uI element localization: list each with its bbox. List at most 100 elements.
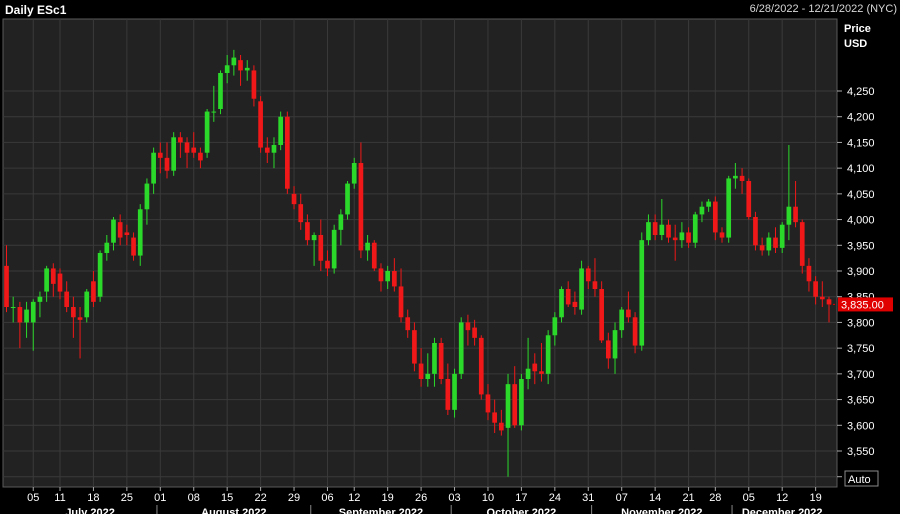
candle-body <box>612 330 618 359</box>
candle-body <box>592 281 598 289</box>
x-tick-label: 18 <box>87 492 99 504</box>
candle-up[interactable] <box>97 250 103 302</box>
candle-body <box>351 163 357 184</box>
candle-up[interactable] <box>639 232 645 351</box>
x-tick-label: 05 <box>27 492 39 504</box>
candle-up[interactable] <box>519 373 524 431</box>
candle-up[interactable] <box>331 224 337 274</box>
candle-body <box>706 201 711 207</box>
candle-body <box>445 379 451 410</box>
x-axis: 05 11 18 25 01 08 15 22 29 06 12 19 26 03 10 17 24 31 07 14… <box>27 487 823 514</box>
candle-body <box>4 265 9 307</box>
candle-down[interactable] <box>438 337 444 385</box>
candle-body <box>519 379 524 426</box>
chart-header: Daily ESc1 6/28/2022 - 12/21/2022 (NYC) <box>0 0 900 20</box>
x-tick-label: 31 <box>582 492 594 504</box>
candle-body <box>298 204 304 223</box>
y-tick-label: 3,550 <box>847 446 875 458</box>
candle-body <box>679 232 685 241</box>
candle-body <box>539 371 544 374</box>
candle-down[interactable] <box>285 111 290 194</box>
y-axis-title-currency: USD <box>844 38 867 50</box>
chart-title: Daily ESc1 <box>5 3 67 17</box>
x-tick-label: 22 <box>254 492 266 504</box>
candle-body <box>184 142 190 153</box>
y-tick-label: 4,100 <box>847 163 875 175</box>
scale-mode-label[interactable]: Auto <box>848 474 871 486</box>
candle-body <box>24 309 29 323</box>
candle-up[interactable] <box>458 317 464 379</box>
x-tick-label: 19 <box>382 492 394 504</box>
candle-body <box>385 271 390 282</box>
candle-body <box>753 217 758 246</box>
candle-down[interactable] <box>799 219 805 274</box>
candle-down[interactable] <box>599 281 604 343</box>
candle-body <box>492 412 497 423</box>
candle-body <box>786 206 792 225</box>
candle-body <box>97 253 103 297</box>
candle-body <box>726 178 732 238</box>
x-tick-label: 14 <box>649 492 661 504</box>
candle-down[interactable] <box>371 240 377 271</box>
candle-body <box>458 322 464 374</box>
candle-down[interactable] <box>478 335 484 400</box>
x-tick-label: 03 <box>448 492 460 504</box>
candle-body <box>779 224 785 248</box>
candle-body <box>137 209 143 256</box>
candle-body <box>371 242 377 269</box>
candle-down[interactable] <box>258 96 263 153</box>
candle-body <box>485 394 491 413</box>
candle-body <box>117 222 123 238</box>
candle-up[interactable] <box>579 260 584 315</box>
candle-up[interactable] <box>204 109 210 158</box>
candle-body <box>793 206 798 223</box>
y-tick-label: 4,000 <box>847 215 875 227</box>
candle-down[interactable] <box>746 178 752 220</box>
candle-body <box>64 291 70 307</box>
candle-body <box>659 224 665 235</box>
candle-body <box>204 111 210 153</box>
date-range: 6/28/2022 - 12/21/2022 (NYC) <box>749 3 897 15</box>
candle-up[interactable] <box>692 211 698 248</box>
y-axis: Price USD 3,5003,5503,6003,6503,7003,750… <box>837 23 875 484</box>
candle-body <box>238 60 243 71</box>
candle-body <box>505 384 511 428</box>
candle-body <box>719 232 725 238</box>
x-tick-label: 08 <box>188 492 200 504</box>
candle-body <box>71 307 76 318</box>
x-tick-label: 28 <box>709 492 721 504</box>
candle-body <box>218 73 223 109</box>
candle-up[interactable] <box>171 132 177 176</box>
candle-body <box>124 232 130 235</box>
candle-body <box>378 268 384 282</box>
x-tick-label: 11 <box>54 492 65 504</box>
candle-body <box>565 289 571 305</box>
candle-body <box>325 260 330 269</box>
candle-up[interactable] <box>278 111 284 151</box>
candle-up[interactable] <box>726 175 732 243</box>
candle-body <box>639 240 645 346</box>
candle-body <box>559 289 564 318</box>
candle-body <box>392 271 397 287</box>
x-tick-label: 21 <box>682 492 694 504</box>
candle-down[interactable] <box>753 211 758 251</box>
candle-body <box>291 193 297 205</box>
candle-body <box>599 289 604 341</box>
candle-body <box>131 237 136 256</box>
candle-up[interactable] <box>559 286 564 323</box>
x-tick-label: 24 <box>549 492 561 504</box>
x-tick-label: 12 <box>348 492 360 504</box>
candle-body <box>17 307 23 323</box>
candle-body <box>699 206 705 215</box>
candle-body <box>44 268 49 292</box>
candle-up[interactable] <box>345 181 350 220</box>
candle-up[interactable] <box>218 70 223 115</box>
price-chart[interactable]: Price USD 3,5003,5503,6003,6503,7003,750… <box>0 0 900 514</box>
candle-body <box>311 235 317 241</box>
candle-body <box>224 65 230 73</box>
month-label: November 2022 <box>621 507 702 514</box>
candle-body <box>405 317 411 331</box>
x-tick-label: 05 <box>743 492 755 504</box>
candle-body <box>77 317 83 320</box>
scale-mode-button[interactable]: Auto <box>844 470 879 487</box>
